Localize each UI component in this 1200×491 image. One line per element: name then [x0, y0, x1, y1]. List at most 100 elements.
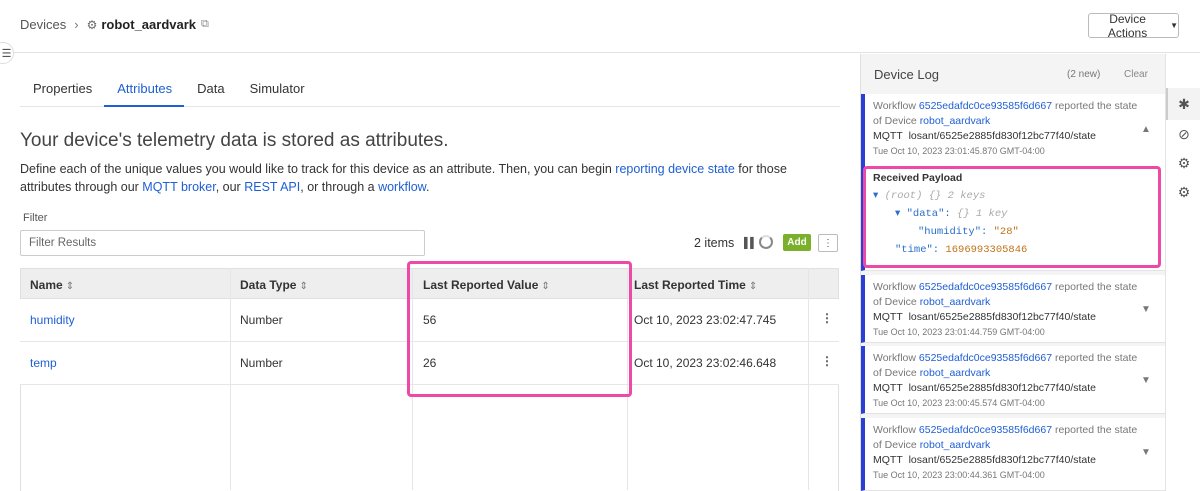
log-entry-workflow-prefix: Workflow	[873, 424, 919, 436]
log-entry-workflow-suffix: reported the state	[1052, 100, 1138, 112]
top-bar: Devices › ⚙ robot_aardvark ⧉ Device Acti…	[0, 0, 1200, 53]
log-entry-device-link[interactable]: robot_aardvark	[920, 115, 991, 127]
expand-arrow-icon[interactable]: ▼	[1141, 373, 1151, 388]
attribute-type: Number	[240, 356, 283, 370]
device-actions-label: Device Actions	[1107, 11, 1148, 40]
highlight-box-payload	[863, 166, 1161, 268]
breadcrumb-devices[interactable]: Devices	[20, 17, 66, 32]
copy-icon[interactable]: ⧉	[201, 18, 209, 31]
rest-api-link[interactable]: REST API	[244, 180, 300, 194]
log-entry-topic: losant/6525e2885fd830f12bc77f40/state	[908, 130, 1097, 142]
column-type-header[interactable]: Data Type ⇕	[240, 278, 308, 292]
tab-properties[interactable]: Properties	[20, 72, 104, 107]
breadcrumb: Devices › ⚙ robot_aardvark ⧉	[20, 17, 209, 32]
sort-icon: ⇕	[748, 281, 758, 292]
column-time-label: Last Reported Time	[634, 278, 746, 292]
attribute-time: Oct 10, 2023 23:02:46.648	[634, 356, 777, 370]
log-clear-button[interactable]: Clear	[1124, 69, 1148, 80]
log-entry-mqtt-label: MQTT	[873, 130, 903, 142]
sort-icon: ⇕	[299, 281, 308, 292]
log-entry-device-prefix: of Device	[873, 296, 920, 308]
expand-arrow-icon[interactable]: ▼	[1141, 445, 1151, 460]
device-log-title: Device Log	[874, 67, 940, 82]
device-gear-icon: ⚙	[86, 17, 98, 32]
page-description: Define each of the unique values you wou…	[20, 160, 840, 196]
attribute-type: Number	[240, 313, 283, 327]
pause-icon[interactable]: ▌▌	[744, 238, 757, 249]
add-attribute-button[interactable]: Add	[783, 234, 811, 251]
log-entry-time: Tue Oct 10, 2023 23:00:45.574 GMT-04:00	[873, 398, 1045, 408]
column-name-header[interactable]: Name ⇕	[30, 278, 74, 292]
log-entry-topic: losant/6525e2885fd830f12bc77f40/state	[908, 382, 1097, 394]
log-entry-device-link[interactable]: robot_aardvark	[920, 296, 991, 308]
caret-down-icon: ▼	[1170, 21, 1178, 30]
connection-icon[interactable]: ⚙	[1176, 184, 1192, 200]
desc-text-3: , our	[215, 180, 245, 194]
column-time-header[interactable]: Last Reported Time ⇕	[634, 278, 757, 292]
log-entry-time: Tue Oct 10, 2023 23:01:44.759 GMT-04:00	[873, 327, 1045, 337]
more-options-icon[interactable]: ⋮	[818, 234, 838, 252]
desc-text-1: Define each of the unique values you wou…	[20, 162, 616, 176]
column-type-label: Data Type	[240, 278, 297, 292]
column-name-label: Name	[30, 278, 63, 292]
refresh-spinner-icon	[759, 235, 773, 249]
row-menu-icon[interactable]: ⋮	[821, 354, 833, 368]
device-actions-button[interactable]: Device Actions ▼	[1088, 11, 1179, 40]
row-menu-icon[interactable]: ⋮	[821, 311, 833, 325]
device-log-panel: Device Log (2 new) Clear Workflow 6525ed…	[860, 54, 1165, 491]
highlight-box-values	[407, 261, 632, 397]
log-entry[interactable]: Workflow 6525edafdc0ce93585f6d667 report…	[861, 346, 1165, 414]
log-new-count: (2 new)	[1067, 69, 1101, 80]
tab-attributes[interactable]: Attributes	[104, 72, 185, 107]
filter-label: Filter	[23, 212, 48, 224]
expand-arrow-icon[interactable]: ▼	[1141, 302, 1151, 317]
log-entry-topic: losant/6525e2885fd830f12bc77f40/state	[908, 311, 1097, 323]
desc-text-5: .	[426, 180, 430, 194]
log-entry[interactable]: Workflow 6525edafdc0ce93585f6d667 report…	[861, 275, 1165, 343]
log-entry-workflow-suffix: reported the state	[1052, 424, 1138, 436]
log-entry-workflow-prefix: Workflow	[873, 281, 919, 293]
log-entry-device-link[interactable]: robot_aardvark	[920, 367, 991, 379]
tab-bar: Properties Attributes Data Simulator	[20, 72, 840, 107]
log-entry-mqtt-label: MQTT	[873, 382, 903, 394]
log-entry-time: Tue Oct 10, 2023 23:00:44.361 GMT-04:00	[873, 470, 1045, 480]
log-entry-device-prefix: of Device	[873, 115, 920, 127]
settings-icon[interactable]: ⚙	[1176, 155, 1192, 171]
tab-data[interactable]: Data	[184, 72, 236, 107]
log-entry[interactable]: Workflow 6525edafdc0ce93585f6d667 report…	[861, 418, 1165, 491]
bug-icon[interactable]: ✱	[1176, 96, 1192, 112]
log-entry-workflow-link[interactable]: 6525edafdc0ce93585f6d667	[919, 424, 1052, 436]
log-entry-workflow-link[interactable]: 6525edafdc0ce93585f6d667	[919, 281, 1052, 293]
log-entry-workflow-link[interactable]: 6525edafdc0ce93585f6d667	[919, 100, 1052, 112]
reporting-device-state-link[interactable]: reporting device state	[615, 162, 735, 176]
log-entry-workflow-suffix: reported the state	[1052, 281, 1138, 293]
breadcrumb-separator: ›	[74, 17, 79, 32]
log-entry-device-link[interactable]: robot_aardvark	[920, 439, 991, 451]
page-heading: Your device's telemetry data is stored a…	[20, 130, 449, 151]
log-entry-time: Tue Oct 10, 2023 23:01:45.870 GMT-04:00	[873, 146, 1045, 156]
filter-input[interactable]	[20, 230, 425, 256]
items-count: 2 items	[694, 236, 735, 250]
breadcrumb-device-name: robot_aardvark	[101, 17, 197, 32]
workflow-link[interactable]: workflow	[378, 180, 426, 194]
tab-simulator[interactable]: Simulator	[237, 72, 317, 107]
mqtt-broker-link[interactable]: MQTT broker	[142, 180, 215, 194]
log-entry-workflow-link[interactable]: 6525edafdc0ce93585f6d667	[919, 352, 1052, 364]
log-entry-workflow-prefix: Workflow	[873, 100, 919, 112]
sort-icon: ⇕	[65, 281, 75, 292]
desc-text-4: , or through a	[300, 180, 379, 194]
attribute-name-link[interactable]: temp	[30, 356, 57, 370]
log-entry-mqtt-label: MQTT	[873, 311, 903, 323]
log-entry-device-prefix: of Device	[873, 439, 920, 451]
log-entry-mqtt-label: MQTT	[873, 454, 903, 466]
attribute-name-link[interactable]: humidity	[30, 313, 75, 327]
debug-off-icon[interactable]: ⊘	[1176, 126, 1192, 142]
right-icon-rail: ✱ ⊘ ⚙ ⚙	[1165, 54, 1200, 491]
log-entry-device-prefix: of Device	[873, 367, 920, 379]
collapse-arrow-icon[interactable]: ▲	[1141, 122, 1151, 137]
attribute-time: Oct 10, 2023 23:02:47.745	[634, 313, 777, 327]
log-entry-workflow-prefix: Workflow	[873, 352, 919, 364]
log-entry-topic: losant/6525e2885fd830f12bc77f40/state	[908, 454, 1097, 466]
table-body-empty	[20, 385, 839, 491]
log-entry-workflow-suffix: reported the state	[1052, 352, 1138, 364]
